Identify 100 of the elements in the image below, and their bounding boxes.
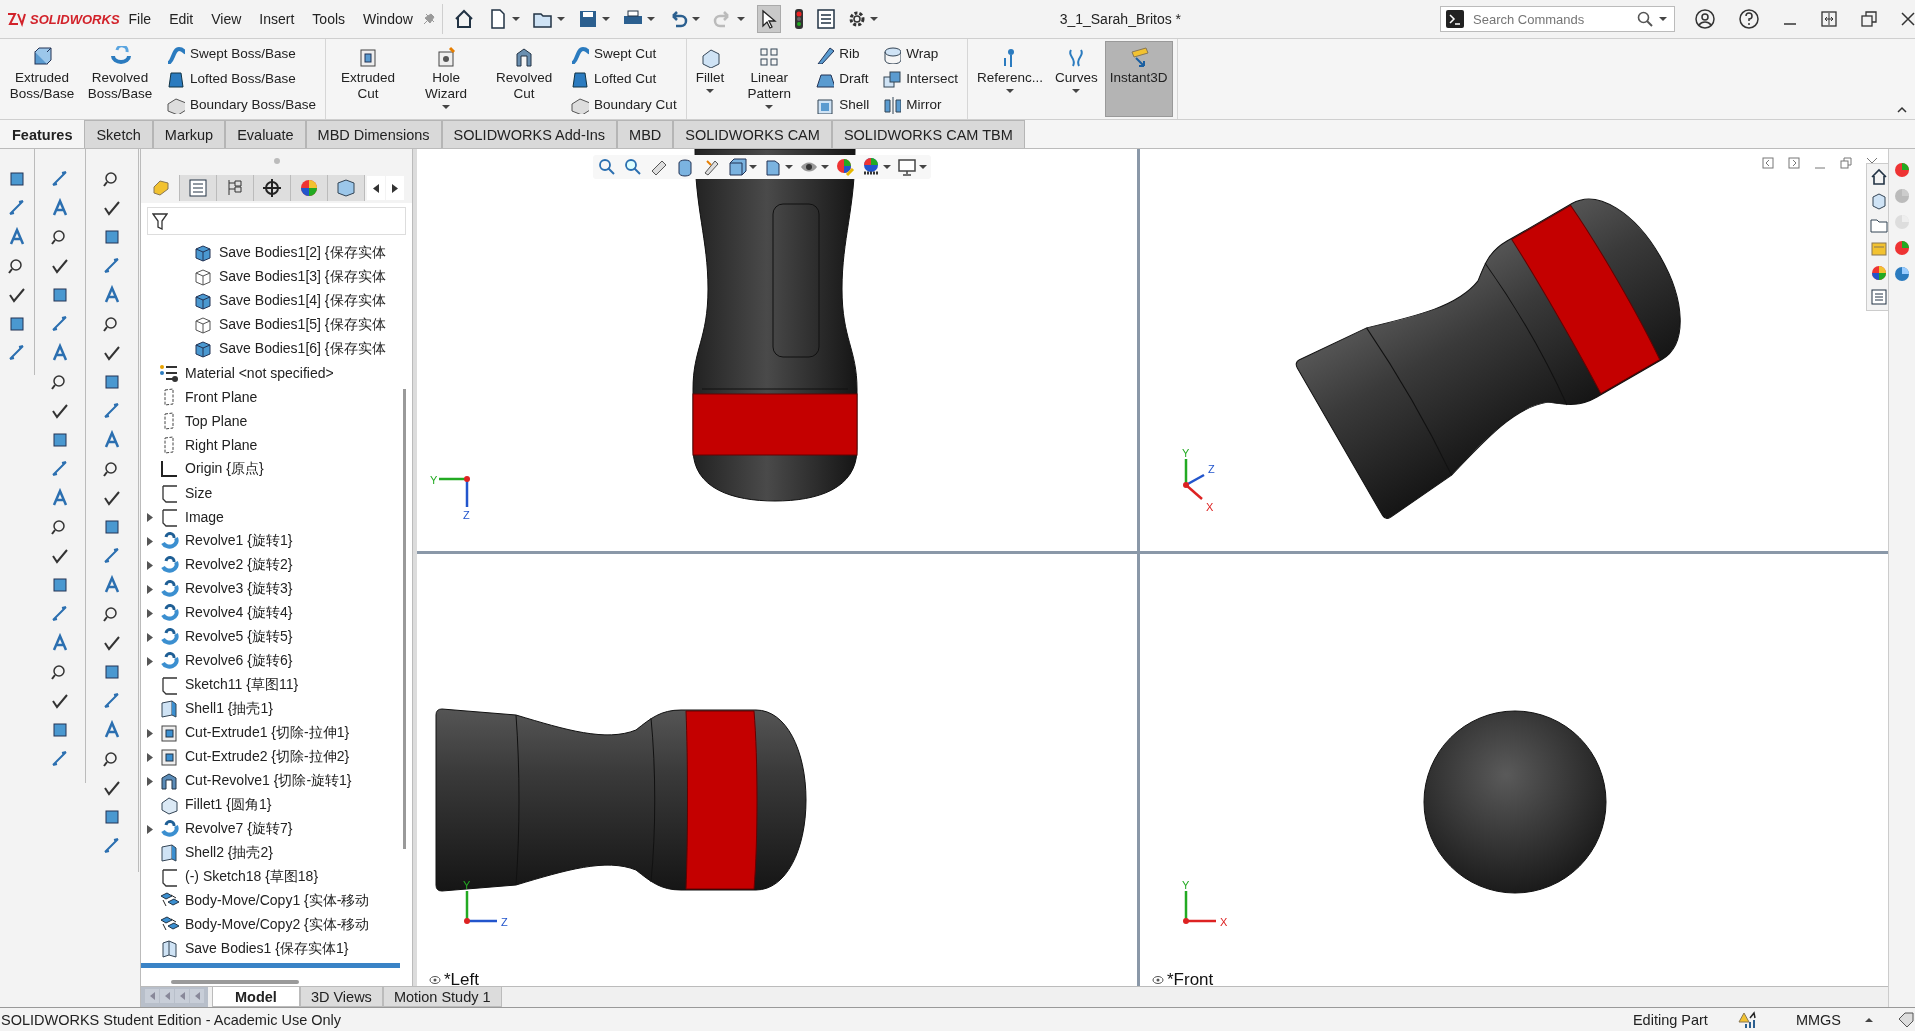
rebuild-warning-icon[interactable] (1737, 1010, 1756, 1029)
collapse-caret-icon[interactable] (1897, 106, 1907, 113)
view-cube-icon[interactable] (727, 157, 747, 177)
expand-arrow-icon[interactable] (145, 584, 155, 594)
color-wheel-icon[interactable] (1870, 264, 1888, 282)
grip-dot-icon[interactable] (272, 157, 281, 165)
appearance-ball-icon[interactable] (1893, 161, 1911, 179)
expand-arrow-icon[interactable] (145, 632, 155, 642)
tool-icon[interactable] (102, 807, 122, 827)
ribbon-tab[interactable]: Sketch (84, 120, 153, 148)
monitor-icon[interactable] (897, 157, 917, 177)
tree-item[interactable]: Revolve7 {旋转7} (185, 820, 293, 838)
ribbon-tab[interactable]: SOLIDWORKS CAM (673, 120, 832, 148)
tree-item[interactable]: Revolve1 {旋转1} (185, 532, 293, 550)
search-field[interactable]: Search Commands (1440, 6, 1675, 32)
caret-icon[interactable] (785, 164, 793, 170)
tool-icon[interactable] (50, 720, 70, 740)
caret-icon[interactable] (691, 16, 700, 22)
ribbon-button[interactable]: Lofted Boss/Base (164, 68, 318, 90)
caret-icon[interactable] (883, 164, 891, 170)
ribbon-button[interactable]: Wrap (880, 43, 959, 65)
caret-icon[interactable] (869, 16, 878, 22)
help-icon[interactable] (1739, 9, 1759, 29)
tool-icon[interactable] (50, 575, 70, 595)
menu-item[interactable]: Tools (303, 11, 355, 27)
close-icon[interactable] (1901, 12, 1915, 26)
menu-item[interactable]: Window (354, 11, 422, 27)
ribbon-button[interactable]: Revolved Cut (486, 41, 563, 117)
model-tab[interactable]: 3D Views (299, 987, 383, 1007)
tree-item[interactable]: Revolve2 {旋转2} (185, 556, 293, 574)
tool-icon[interactable] (7, 169, 27, 189)
appearance-icon[interactable] (835, 157, 855, 177)
caret-icon[interactable] (736, 16, 745, 22)
viewport[interactable]: Y Z (417, 149, 1137, 551)
appearance-ball-icon[interactable] (1893, 265, 1911, 283)
tool-icon[interactable] (50, 430, 70, 450)
ribbon-button[interactable]: Swept Cut (568, 43, 678, 65)
model-tab[interactable]: Motion Study 1 (382, 987, 502, 1007)
tree-item[interactable]: Material <not specified> (185, 365, 334, 381)
tree-item[interactable]: Front Plane (185, 389, 258, 405)
tree-item[interactable]: Revolve5 {旋转5} (185, 628, 293, 646)
menu-item[interactable]: File (119, 11, 161, 27)
tree-item[interactable]: Image (185, 509, 224, 525)
ribbon-button[interactable]: Hole Wizard (408, 41, 485, 117)
ribbon-button[interactable]: Shell (813, 93, 871, 115)
viewport[interactable]: Y X *Front (1140, 554, 1888, 986)
expand-arrow-icon[interactable] (145, 824, 155, 834)
search-icon[interactable] (1637, 11, 1653, 27)
expand-arrow-icon[interactable] (145, 656, 155, 666)
caret-icon[interactable] (646, 16, 655, 22)
traffic-light-icon[interactable] (792, 8, 805, 30)
tree-item[interactable]: Right Plane (185, 437, 258, 453)
fit-window-icon[interactable] (1821, 11, 1837, 27)
ribbon-button[interactable]: Linear Pattern (731, 41, 808, 117)
caret-icon[interactable] (749, 164, 757, 170)
tree-item[interactable]: Cut-Extrude2 {切除-拉伸2} (185, 748, 350, 766)
tree-item[interactable]: Revolve6 {旋转6} (185, 652, 293, 670)
section-view-icon[interactable] (675, 157, 695, 177)
restore-icon[interactable] (1861, 11, 1877, 27)
tag-icon[interactable] (1897, 1010, 1915, 1029)
tree-item[interactable]: Size (185, 485, 213, 501)
tree-item[interactable]: Fillet1 {圆角1} (185, 796, 272, 814)
menu-item[interactable]: View (202, 11, 251, 27)
panel-tab[interactable] (254, 175, 291, 201)
ribbon-button[interactable]: Intersect (880, 68, 959, 90)
ribbon-tab[interactable]: SOLIDWORKS Add-Ins (441, 120, 618, 148)
tree-item[interactable]: Body-Move/Copy2 {实体-移动 (185, 916, 370, 934)
tree-item[interactable]: Cut-Extrude1 {切除-拉伸1} (185, 724, 350, 742)
folder-icon[interactable] (1870, 216, 1888, 234)
ribbon-tab[interactable]: Markup (152, 120, 226, 148)
tile-left-icon[interactable] (1762, 157, 1774, 169)
ribbon-tab[interactable]: SOLIDWORKS CAM TBM (831, 120, 1025, 148)
list-icon[interactable] (1870, 288, 1888, 306)
ribbon-button[interactable]: Instant3D (1104, 41, 1173, 117)
zoom-fit-icon[interactable] (597, 157, 617, 177)
tree-item[interactable]: Top Plane (185, 413, 248, 429)
caret-icon[interactable] (556, 16, 565, 22)
caret-icon[interactable] (919, 164, 927, 170)
caret-icon[interactable] (1659, 16, 1667, 22)
tool-icon[interactable] (102, 372, 122, 392)
caret-icon[interactable] (511, 16, 520, 22)
expand-arrow-icon[interactable] (145, 728, 155, 738)
tree-item[interactable]: Origin {原点} (185, 460, 264, 478)
ribbon-button[interactable]: Lofted Cut (568, 68, 678, 90)
caret-icon[interactable] (821, 164, 829, 170)
ribbon-button[interactable]: Curves (1049, 41, 1103, 117)
tree-item[interactable]: Save Bodies1[2] {保存实体 (219, 244, 386, 262)
ribbon-button[interactable]: Mirror (880, 93, 959, 115)
user-icon[interactable] (1695, 9, 1715, 29)
select-tool-button[interactable] (756, 5, 781, 33)
units-selector[interactable]: MMGS (1795, 1011, 1841, 1028)
expand-arrow-icon[interactable] (145, 608, 155, 618)
zoom-area-icon[interactable] (623, 157, 643, 177)
list-icon[interactable] (816, 9, 835, 29)
ribbon-button[interactable]: Revolved Boss/Base (82, 41, 158, 117)
ribbon-button[interactable]: Boundary Boss/Base (164, 93, 318, 115)
tree-item[interactable]: Shell1 {抽壳1} (185, 700, 273, 718)
cube-icon[interactable] (1870, 192, 1888, 210)
pin-icon[interactable] (421, 12, 436, 26)
menu-item[interactable]: Insert (250, 11, 304, 27)
